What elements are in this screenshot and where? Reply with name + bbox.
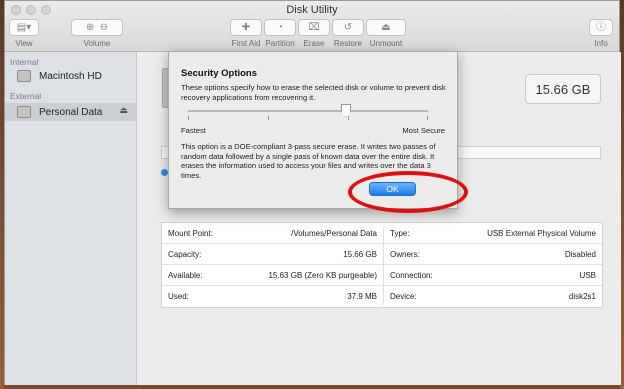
info-key: Used: [168, 292, 189, 301]
view-button[interactable]: ▤▾ [9, 19, 39, 36]
erase-icon: ⌧ [308, 22, 320, 33]
info-table: Mount Point: /Volumes/Personal Data Capa… [161, 222, 603, 308]
window-title: Disk Utility [286, 4, 338, 16]
capacity-display: 15.66 GB [525, 74, 601, 104]
red-highlight-circle [348, 171, 468, 213]
info-value: 15.66 GB [343, 250, 377, 259]
hard-disk-icon [17, 70, 31, 82]
info-key: Type: [390, 229, 410, 238]
external-disk-icon [17, 106, 31, 118]
info-row: Mount Point: /Volumes/Personal Data [162, 223, 383, 244]
sidebar-item-label: Macintosh HD [39, 71, 102, 82]
info-key: Mount Point: [168, 229, 213, 238]
info-key: Connection: [390, 271, 433, 280]
info-value: Disabled [564, 250, 596, 259]
info-value: /Volumes/Personal Data [291, 229, 377, 238]
restore-button[interactable]: ↺ [332, 19, 364, 36]
usage-legend-dot [161, 169, 168, 176]
slider-tick [348, 116, 349, 120]
slider-tick [427, 116, 428, 120]
unmount-label: Unmount [369, 39, 403, 48]
slider-max-label: Most Secure [402, 126, 445, 135]
first-aid-button[interactable]: ✚ [230, 19, 262, 36]
view-label: View [15, 39, 33, 48]
info-button[interactable]: ⓘ [589, 19, 613, 36]
partition-icon: ◔ [276, 22, 284, 33]
slider-tick [188, 116, 189, 120]
info-key: Device: [390, 292, 417, 301]
info-row: Used: 37.9 MB [162, 286, 383, 307]
sidebar-header-external: External [10, 91, 42, 101]
info-value: USB External Physical Volume [487, 229, 596, 238]
info-value: 37.9 MB [347, 292, 377, 301]
info-icon: ⓘ [596, 22, 606, 33]
info-key: Capacity: [168, 250, 202, 259]
sheet-description: These options specify how to erase the s… [181, 83, 446, 102]
info-row: Connection: USB [384, 265, 602, 286]
info-row: Device: disk2s1 [384, 286, 602, 307]
add-volume-icon: ⊕ [85, 22, 95, 33]
unmount-button[interactable]: ⏏ [366, 19, 406, 36]
info-label: Info [594, 39, 608, 48]
sidebar: Internal Macintosh HD External Personal … [5, 52, 137, 385]
security-slider-thumb[interactable] [341, 104, 351, 117]
restore-icon: ↺ [343, 22, 353, 33]
info-row: Capacity: 15.66 GB [162, 244, 383, 265]
info-key: Available: [168, 271, 203, 280]
eject-icon[interactable]: ⏏ [119, 105, 128, 116]
stethoscope-icon: ✚ [241, 22, 251, 33]
erase-button[interactable]: ⌧ [298, 19, 330, 36]
sidebar-icon: ▤▾ [16, 22, 32, 33]
info-key: Owners: [390, 250, 420, 259]
security-slider-track[interactable] [188, 110, 428, 112]
info-value: disk2s1 [568, 292, 596, 301]
partition-button[interactable]: ◔ [264, 19, 296, 36]
slider-min-label: Fastest [181, 126, 206, 135]
info-value: USB [579, 271, 596, 280]
info-row: Available: 15.63 GB (Zero KB purgeable) [162, 265, 383, 286]
unmount-icon: ⏏ [381, 22, 391, 33]
sidebar-item-macintosh-hd[interactable]: Macintosh HD [5, 67, 136, 85]
remove-volume-icon: ⊖ [99, 22, 109, 33]
toolbar: Disk Utility ▤▾ View ⊕ ⊖ Volume ✚ First … [5, 1, 619, 52]
info-row: Owners: Disabled [384, 244, 602, 265]
volume-buttons[interactable]: ⊕ ⊖ [71, 19, 123, 36]
sidebar-item-personal-data[interactable]: Personal Data ⏏ [5, 103, 136, 121]
info-value: 15.63 GB (Zero KB purgeable) [268, 271, 377, 280]
slider-tick [268, 116, 269, 120]
volume-label: Volume [83, 39, 111, 48]
info-row: Type: USB External Physical Volume [384, 223, 602, 244]
sidebar-header-internal: Internal [10, 57, 39, 67]
sheet-title: Security Options [181, 68, 258, 79]
sidebar-item-label: Personal Data [39, 107, 103, 118]
